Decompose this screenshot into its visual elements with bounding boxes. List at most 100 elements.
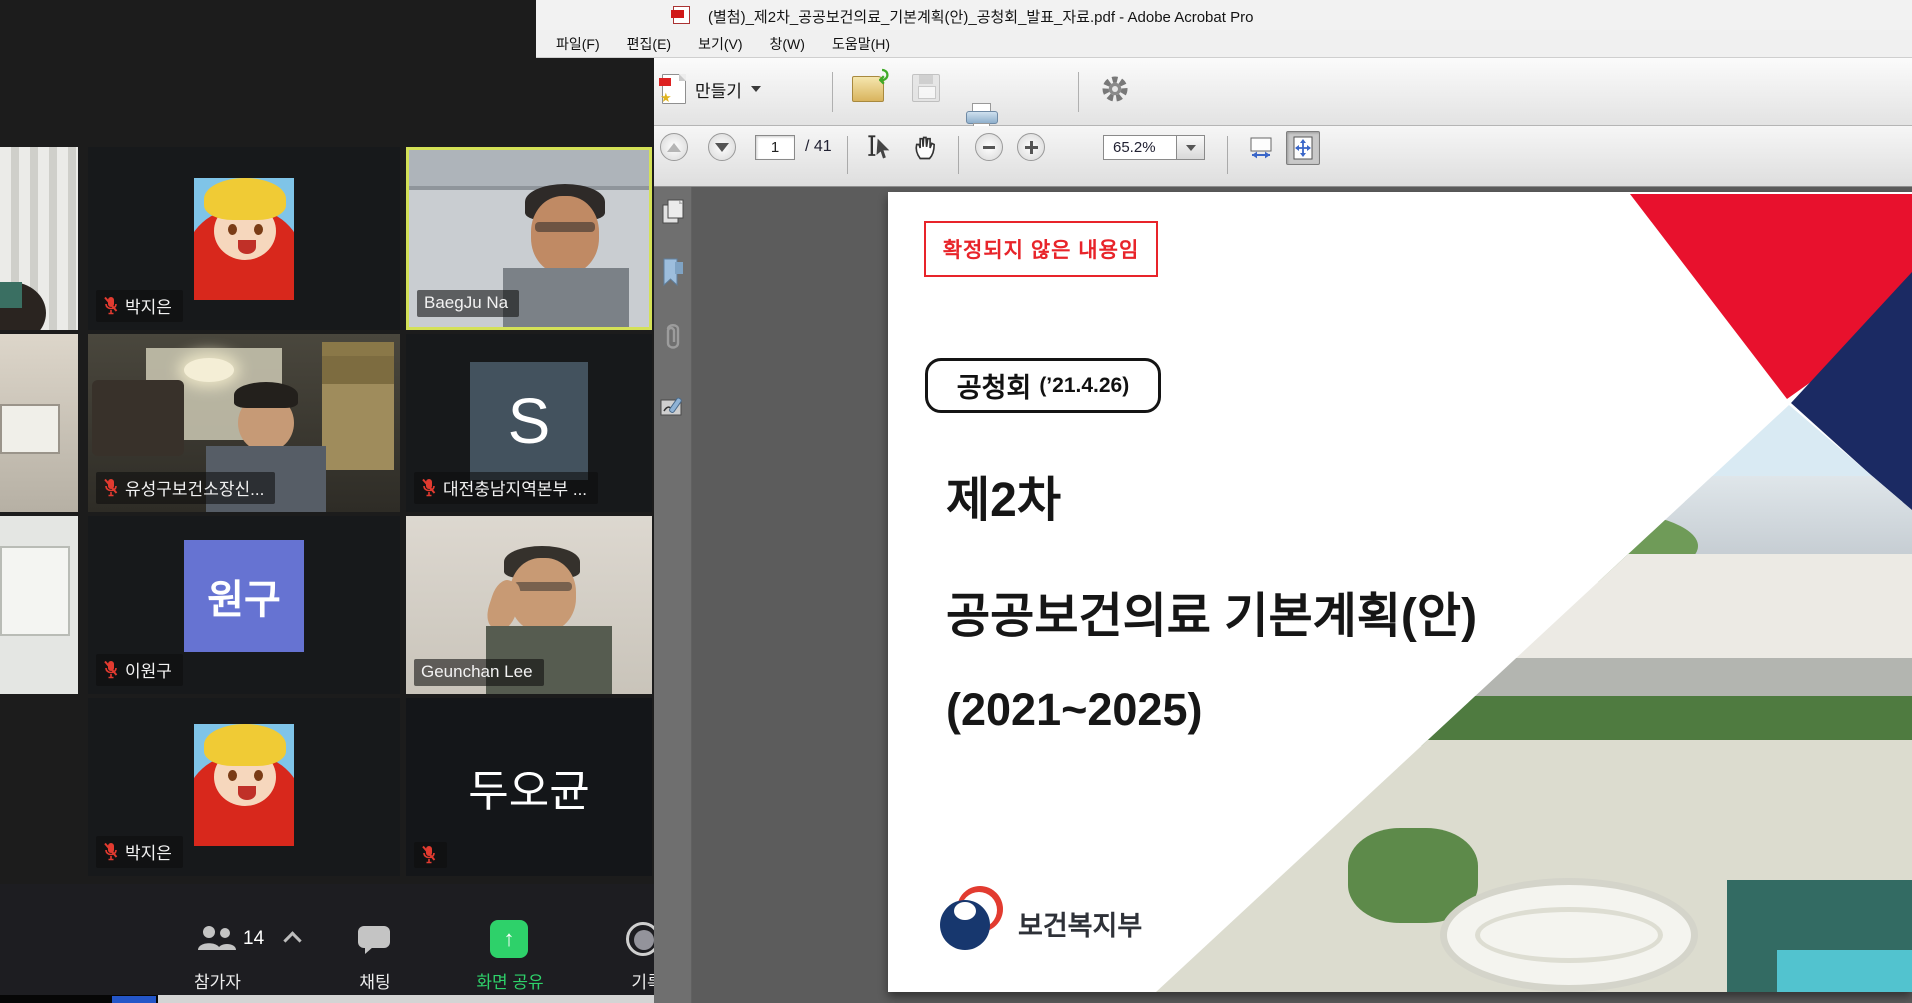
zoom-level-value[interactable]: 65.2% <box>1103 135 1177 160</box>
participant-label: Geunchan Lee <box>414 659 544 686</box>
fit-width-button[interactable] <box>1244 131 1278 165</box>
zoom-meeting-window: 박지은 BaegJu Na <box>0 0 654 1003</box>
save-icon[interactable] <box>912 74 940 102</box>
open-file-icon[interactable]: ↷ <box>852 76 884 102</box>
page-total-label: / 41 <box>805 138 832 156</box>
select-tool-icon[interactable] <box>866 134 894 162</box>
slide-title-line1: 제2차 <box>946 460 1061 530</box>
bookmarks-icon[interactable] <box>659 258 687 288</box>
participant-name: BaegJu Na <box>424 293 508 313</box>
participant-label: 대전충남지역본부 ... <box>414 472 598 504</box>
zoom-dropdown-arrow-icon[interactable] <box>1177 135 1205 160</box>
menu-edit[interactable]: 편집(E) <box>627 34 671 54</box>
video-tile-partial[interactable] <box>0 516 78 694</box>
create-pdf-label: 만들기 <box>695 77 742 102</box>
signatures-icon[interactable] <box>659 393 687 423</box>
participant-name: 유성구보건소장신... <box>125 475 264 500</box>
muted-mic-icon <box>421 478 436 497</box>
page-number-input[interactable]: 1 <box>755 135 795 160</box>
slide-title-line2: 공공보건의료 기본계획(안) <box>946 576 1477 646</box>
text-avatar: 원구 <box>184 540 304 652</box>
participant-name: Geunchan Lee <box>421 662 533 682</box>
hand-tool-icon[interactable] <box>912 134 940 162</box>
notice-box: 확정되지 않은 내용임 <box>924 221 1158 277</box>
chat-button[interactable] <box>356 924 392 961</box>
settings-gear-icon[interactable] <box>1100 74 1130 104</box>
muted-mic-icon <box>421 845 436 864</box>
video-tile-parkjieun2[interactable]: 박지은 <box>88 698 400 876</box>
video-tile-geunchanlee[interactable]: Geunchan Lee <box>406 516 652 694</box>
anime-avatar <box>194 178 294 300</box>
acrobat-menubar: 파일(F) 편집(E) 보기(V) 창(W) 도움말(H) <box>536 30 1912 58</box>
create-dropdown-arrow-icon[interactable] <box>751 86 761 92</box>
participant-label: 박지은 <box>96 290 183 322</box>
participants-button[interactable] <box>196 924 238 961</box>
video-tile-duogyun[interactable]: 두오균 <box>406 698 652 876</box>
zoom-toolbar: 14 참가자 채팅 ↑ 화면 공유 기록 <box>0 884 654 995</box>
zoom-level-control[interactable]: 65.2% <box>1103 135 1205 160</box>
muted-mic-icon <box>103 478 118 497</box>
fit-page-button[interactable] <box>1286 131 1320 165</box>
participant-name: 박지은 <box>125 293 172 318</box>
menu-view[interactable]: 보기(V) <box>698 34 742 54</box>
participants-chevron-icon[interactable] <box>283 931 301 949</box>
video-tile-leewongu[interactable]: 원구 이원구 <box>88 516 400 694</box>
participant-label: 유성구보건소장신... <box>96 472 275 504</box>
round-building <box>1440 878 1698 992</box>
video-tile-partial[interactable] <box>0 147 78 330</box>
participant-label: BaegJu Na <box>417 290 519 317</box>
letter-avatar: S <box>470 362 588 480</box>
attachments-icon[interactable] <box>659 322 687 352</box>
muted-mic-icon <box>103 842 118 861</box>
acrobat-window: ★ 만들기 ↷ T ✕ ↷ ➜ 1 <box>536 0 1912 1003</box>
participant-name: 대전충남지역본부 ... <box>443 475 587 500</box>
muted-mic-icon <box>103 296 118 315</box>
menu-file[interactable]: 파일(F) <box>556 34 600 54</box>
participant-name: 박지은 <box>125 839 172 864</box>
pdf-page: 확정되지 않은 내용임 공청회 (’21.4.26) 제2차 공공보건의료 기본… <box>888 192 1912 992</box>
hearing-badge-date: (’21.4.26) <box>1039 374 1129 398</box>
zoom-in-button[interactable] <box>1017 133 1045 161</box>
muted-mic-icon <box>103 660 118 679</box>
acrobat-titlebar[interactable]: (별첨)_제2차_공공보건의료_기본계획(안)_공청회_발표_자료.pdf - … <box>536 0 1912 30</box>
toolbar-separator <box>1078 72 1079 112</box>
participants-label[interactable]: 참가자 <box>160 968 275 993</box>
window-title: (별첨)_제2차_공공보건의료_기본계획(안)_공청회_발표_자료.pdf - … <box>708 6 1253 27</box>
share-screen-label[interactable]: 화면 공유 <box>454 968 566 993</box>
participants-count: 14 <box>243 928 264 950</box>
video-tile-baegjuna-active[interactable]: BaegJu Na <box>406 147 652 330</box>
acrobat-nav-toolbar: 1 / 41 65.2% <box>536 126 1912 187</box>
next-page-button[interactable] <box>708 133 736 161</box>
previous-page-button[interactable] <box>660 133 688 161</box>
video-tile-daejeon[interactable]: S 대전충남지역본부 ... <box>406 334 652 512</box>
share-arrow-icon: ↑ <box>504 926 515 952</box>
video-tile-partial[interactable] <box>0 334 78 512</box>
share-screen-button[interactable]: ↑ <box>490 920 528 958</box>
chat-label[interactable]: 채팅 <box>330 968 420 993</box>
page-thumbnails-icon[interactable] <box>659 197 687 227</box>
taskbar-light-strip <box>158 995 654 1003</box>
video-tile-yuseonggu[interactable]: 유성구보건소장신... <box>88 334 400 512</box>
nav-separator <box>958 136 959 174</box>
record-button[interactable] <box>626 922 654 956</box>
navigation-panel-strip <box>654 187 692 1003</box>
nav-separator <box>847 136 848 174</box>
hearing-badge: 공청회 (’21.4.26) <box>925 358 1161 413</box>
hearing-badge-title: 공청회 <box>957 366 1032 405</box>
participant-label: 이원구 <box>96 654 183 686</box>
participant-name: 이원구 <box>125 657 172 682</box>
menu-help[interactable]: 도움말(H) <box>832 34 890 54</box>
record-label[interactable]: 기록 <box>612 968 654 993</box>
taskbar-blue-segment <box>112 996 156 1003</box>
menu-window[interactable]: 창(W) <box>770 34 805 54</box>
video-tile-parkjieun[interactable]: 박지은 <box>88 147 400 330</box>
toolbar-separator <box>832 72 833 112</box>
ministry-logo-icon <box>940 886 1004 950</box>
nav-separator <box>1227 136 1228 174</box>
ministry-name: 보건복지부 <box>1018 904 1142 943</box>
participant-label <box>414 842 447 868</box>
screen: ★ 만들기 ↷ T ✕ ↷ ➜ 1 <box>0 0 1912 1003</box>
create-pdf-button[interactable]: ★ 만들기 <box>662 74 761 104</box>
participants-icon <box>196 924 238 956</box>
zoom-out-button[interactable] <box>975 133 1003 161</box>
